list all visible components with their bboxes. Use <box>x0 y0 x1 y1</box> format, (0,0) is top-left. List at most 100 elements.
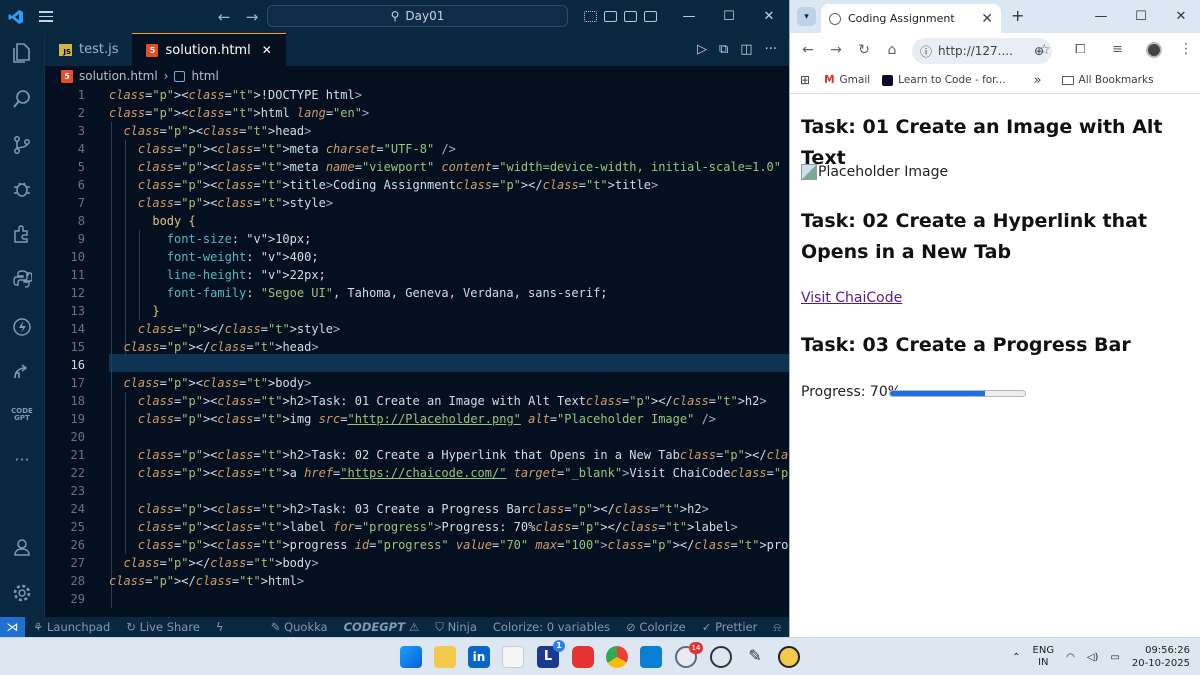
site-info-icon[interactable]: ⓘ <box>920 43 932 60</box>
code-line: class="p"><class="t">img src="http://Pla… <box>137 412 717 426</box>
open-preview-icon[interactable]: ⧉ <box>719 42 728 57</box>
status-prettier[interactable]: ✓ Prettier <box>694 620 766 634</box>
line-number: 18 <box>70 394 85 408</box>
split-editor-icon[interactable]: ◫ <box>740 42 752 57</box>
code-line: class="p"><class="t">h2>Task: 03 Create … <box>137 502 709 516</box>
app-d-icon[interactable] <box>778 646 800 668</box>
forward-icon[interactable]: → <box>822 42 850 58</box>
maximize-button[interactable]: ☐ <box>709 0 749 33</box>
source-control-icon[interactable] <box>8 131 36 159</box>
customize-layout-icon[interactable] <box>584 11 597 22</box>
python-icon[interactable] <box>8 265 36 293</box>
all-bookmarks[interactable]: All Bookmarks <box>1061 74 1154 86</box>
profile-avatar[interactable] <box>1146 42 1162 58</box>
toggle-sidebar-icon[interactable] <box>604 11 617 22</box>
breadcrumb-element[interactable]: html <box>191 69 218 83</box>
status-lightning-icon[interactable]: ϟ <box>208 620 232 634</box>
back-arrow-icon[interactable]: ← <box>210 8 238 26</box>
file-explorer-icon[interactable] <box>434 646 456 668</box>
address-bar[interactable]: ⓘ http://127.... ⊕ <box>912 38 1052 64</box>
clock[interactable]: 09:56:26 20-10-2025 <box>1132 644 1190 670</box>
youtube-icon[interactable] <box>572 646 594 668</box>
desktop: ← → ⚲ Day01 — ☐ ✕ CODE GPT ··· JS test.j… <box>0 0 1200 675</box>
explorer-icon[interactable] <box>8 39 36 67</box>
volume-icon[interactable]: ◁) <box>1087 652 1099 663</box>
codegpt-icon[interactable]: CODE GPT <box>8 401 36 429</box>
menu-icon[interactable] <box>32 0 60 33</box>
vscode-window: ← → ⚲ Day01 — ☐ ✕ CODE GPT ··· JS test.j… <box>0 0 904 637</box>
media-controls-icon[interactable]: ≡ <box>1112 42 1123 57</box>
run-debug-icon[interactable] <box>8 175 36 203</box>
app-l-icon[interactable]: L1 <box>537 640 565 668</box>
wifi-icon[interactable]: ◠ <box>1066 652 1075 663</box>
line-number: 9 <box>77 232 85 246</box>
apps-grid-icon[interactable]: ⊞ <box>800 73 810 87</box>
minimize-button[interactable]: — <box>1081 0 1121 33</box>
status-ninja[interactable]: ⛉ Ninja <box>427 620 485 635</box>
microsoft-store-icon[interactable] <box>502 646 524 668</box>
chrome-tab-title: Coding Assignment <box>848 12 955 25</box>
run-icon[interactable]: ▷ <box>697 42 707 57</box>
bookmark-learn-to-code[interactable]: Learn to Code - for... <box>882 74 1006 86</box>
remote-explorer-icon[interactable] <box>8 357 36 385</box>
status-live-share[interactable]: ↻ Live Share <box>118 620 208 634</box>
chrome-tab[interactable]: Coding Assignment ✕ <box>821 4 1001 33</box>
extensions-icon[interactable] <box>8 219 36 247</box>
bookmark-gmail[interactable]: M Gmail <box>824 74 870 86</box>
battery-icon[interactable]: ▭ <box>1110 652 1119 663</box>
windows-start-icon[interactable] <box>400 646 422 668</box>
line-number: 20 <box>70 430 85 444</box>
gaming-icon[interactable]: 14 <box>675 642 703 668</box>
more-actions-icon[interactable]: ··· <box>765 42 777 57</box>
home-icon[interactable]: ⌂ <box>878 42 906 58</box>
vscode-title-bar: ← → ⚲ Day01 — ☐ ✕ <box>0 0 789 33</box>
pen-icon[interactable]: ✎ <box>744 646 766 668</box>
thunder-client-icon[interactable] <box>8 313 36 341</box>
status-codegpt[interactable]: CODEGPT ⚠ <box>336 620 428 634</box>
chrome-icon[interactable] <box>606 646 628 668</box>
line-number: 16 <box>70 358 85 372</box>
command-center-search[interactable]: ⚲ Day01 <box>267 5 568 27</box>
back-icon[interactable]: ← <box>794 42 822 58</box>
linkedin-icon[interactable]: in <box>468 646 490 668</box>
status-launchpad[interactable]: ⚘ Launchpad <box>25 620 118 634</box>
forward-arrow-icon[interactable]: → <box>238 8 266 26</box>
breadcrumb-file[interactable]: solution.html <box>79 69 158 83</box>
reload-icon[interactable]: ↻ <box>850 42 878 58</box>
new-tab-icon[interactable]: + <box>1011 6 1024 25</box>
code-editor[interactable]: 1 class="p"><class="t">!DOCTYPE html> 2 cla… <box>45 86 904 617</box>
language-indicator[interactable]: ENG IN <box>1033 645 1055 669</box>
status-quokka[interactable]: ✎ Quokka <box>263 620 336 634</box>
notifications-bell-icon[interactable]: ⍾ <box>765 620 789 635</box>
tab-test-js[interactable]: JS test.js <box>45 33 132 66</box>
tab-close-icon[interactable]: ✕ <box>262 43 272 57</box>
tab-close-icon[interactable]: ✕ <box>981 11 993 27</box>
code-line: class="p"><class="t">label for="progress… <box>137 520 738 534</box>
status-colorize[interactable]: ⊘ Colorize <box>618 620 694 634</box>
code-line: font-family: "Segoe UI", Tahoma, Geneva,… <box>166 286 608 300</box>
chrome-menu-icon[interactable]: ⋮ <box>1179 41 1193 57</box>
maximize-button[interactable]: ☐ <box>1121 0 1161 33</box>
chaicode-link[interactable]: Visit ChaiCode <box>801 290 902 306</box>
tab-search-chevron-icon[interactable]: ▾ <box>797 7 816 26</box>
tab-solution-html[interactable]: 5 solution.html ✕ <box>132 33 286 66</box>
more-bookmarks-chevron[interactable]: » <box>1034 73 1042 88</box>
vscode-taskbar-icon[interactable] <box>640 646 662 668</box>
toggle-secondary-sidebar-icon[interactable] <box>644 11 657 22</box>
toggle-panel-icon[interactable] <box>624 11 637 22</box>
settings-gear-icon[interactable] <box>8 579 36 607</box>
chatgpt-icon[interactable] <box>710 646 732 668</box>
minimize-button[interactable]: — <box>669 0 709 33</box>
account-icon[interactable] <box>8 533 36 561</box>
search-view-icon[interactable] <box>8 85 36 113</box>
close-button[interactable]: ✕ <box>749 0 789 33</box>
more-icon[interactable]: ··· <box>8 445 36 473</box>
search-icon: ⚲ <box>390 9 400 23</box>
tab-label: solution.html <box>165 42 251 58</box>
status-colorize-variables[interactable]: Colorize: 0 variables <box>485 620 618 634</box>
close-button[interactable]: ✕ <box>1161 0 1200 33</box>
extensions-icon[interactable]: ⧠ <box>1075 42 1085 57</box>
remote-indicator-icon[interactable]: ⋊ <box>0 617 26 637</box>
bookmark-star-icon[interactable]: ☆ <box>1038 42 1051 58</box>
chevron-up-icon[interactable]: ⌃ <box>1012 652 1020 663</box>
